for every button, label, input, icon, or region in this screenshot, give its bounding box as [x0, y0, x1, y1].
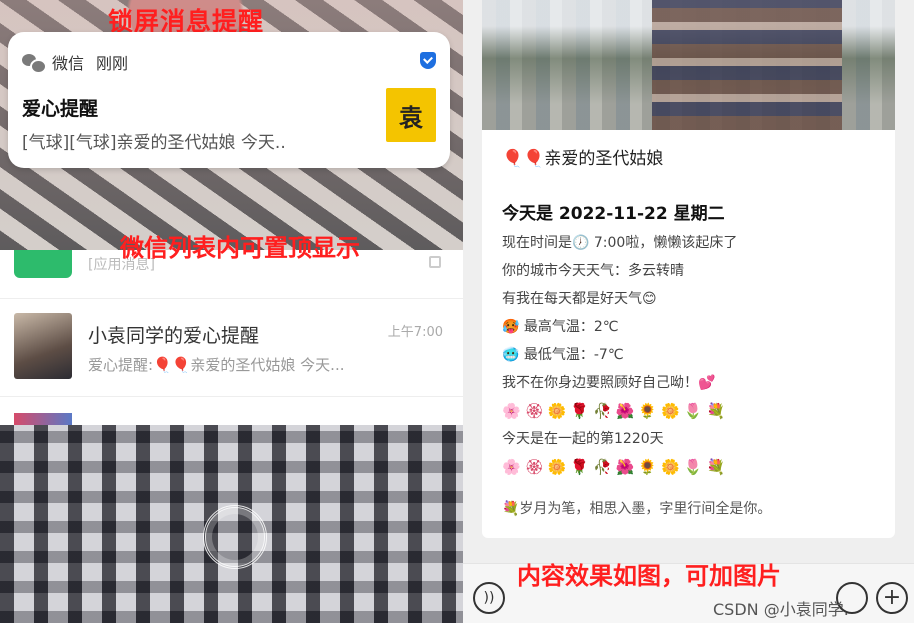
verify-icon [420, 52, 436, 69]
chatlist-caption: 微信列表内可置顶显示 [120, 234, 360, 262]
message-date: 今天是 2022-11-22 星期二 [502, 204, 725, 224]
voice-icon[interactable]: )) [473, 582, 505, 614]
list-item-pinned-chat[interactable]: 小袁同学的爱心提醒 上午7:00 爱心提醒:🎈🎈亲爱的圣代姑娘 今天... [0, 298, 463, 396]
notification-thumbnail: 袁 [386, 88, 436, 142]
together-days-line: 今天是在一起的第1220天 [502, 431, 664, 447]
plus-icon[interactable]: + [876, 582, 908, 614]
notification-title: 爱心提醒 [22, 98, 99, 120]
fingerprint-icon[interactable] [203, 505, 267, 569]
message-line: 我不在你身边要照顾好自己呦！💕 [502, 375, 716, 391]
message-content: 🎈🎈亲爱的圣代姑娘 今天是 2022-11-22 星期二 现在时间是🕖 7:00… [502, 144, 882, 518]
message-line: 🥵 最高气温：2℃ [502, 319, 619, 335]
message-signature: 💐岁月为笔，相思入墨，字里行间全是你。 [502, 501, 772, 517]
wechat-icon [22, 53, 47, 74]
avatar [14, 250, 72, 278]
message-card[interactable]: 🎈🎈亲爱的圣代姑娘 今天是 2022-11-22 星期二 现在时间是🕖 7:00… [482, 0, 895, 538]
watermark: CSDN @小袁同学. [713, 600, 849, 619]
chat-name: 小袁同学的爱心提醒 [88, 325, 260, 347]
chat-list: [应用消息] 小袁同学的爱心提醒 上午7:00 爱心提醒:🎈🎈亲爱的圣代姑娘 今… [0, 250, 463, 427]
notification-app-name: 微信 [52, 54, 85, 73]
avatar [14, 313, 72, 379]
notification-body: [气球][气球]亲爱的圣代姑娘 今天.. [22, 133, 286, 153]
chat-view-panel: 🎈🎈亲爱的圣代姑娘 今天是 2022-11-22 星期二 现在时间是🕖 7:00… [463, 0, 914, 623]
message-photo-blur [652, 0, 842, 130]
list-item[interactable] [0, 396, 463, 427]
notification-card[interactable]: 微信 刚刚 爱心提醒 [气球][气球]亲爱的圣代姑娘 今天.. 袁 [8, 32, 450, 168]
message-line: 现在时间是🕖 7:00啦，懒懒该起床了 [502, 235, 738, 251]
mute-icon [429, 256, 441, 268]
message-line: 有我在每天都是好天气😊 [502, 291, 657, 307]
notification-time: 刚刚 [96, 54, 129, 73]
chat-time: 上午7:00 [387, 325, 443, 340]
flower-row: 🌸🏵🌼🌹🥀🌺🌻🌼🌷💐 [502, 402, 730, 420]
content-caption: 内容效果如图，可加图片 [517, 562, 781, 590]
lockscreen-panel: 锁屏消息提醒 微信 刚刚 爱心提醒 [气球][气球]亲爱的圣代姑娘 今天.. 袁… [0, 0, 463, 623]
notification-header: 微信 刚刚 [22, 50, 128, 74]
message-title: 🎈🎈亲爱的圣代姑娘 [502, 149, 664, 169]
message-line: 🥶 最低气温：-7℃ [502, 347, 624, 363]
chat-preview: 爱心提醒:🎈🎈亲爱的圣代姑娘 今天... [88, 356, 345, 374]
message-line: 你的城市今天天气：多云转晴 [502, 263, 684, 279]
flower-row: 🌸🏵🌼🌹🥀🌺🌻🌼🌷💐 [502, 458, 730, 476]
